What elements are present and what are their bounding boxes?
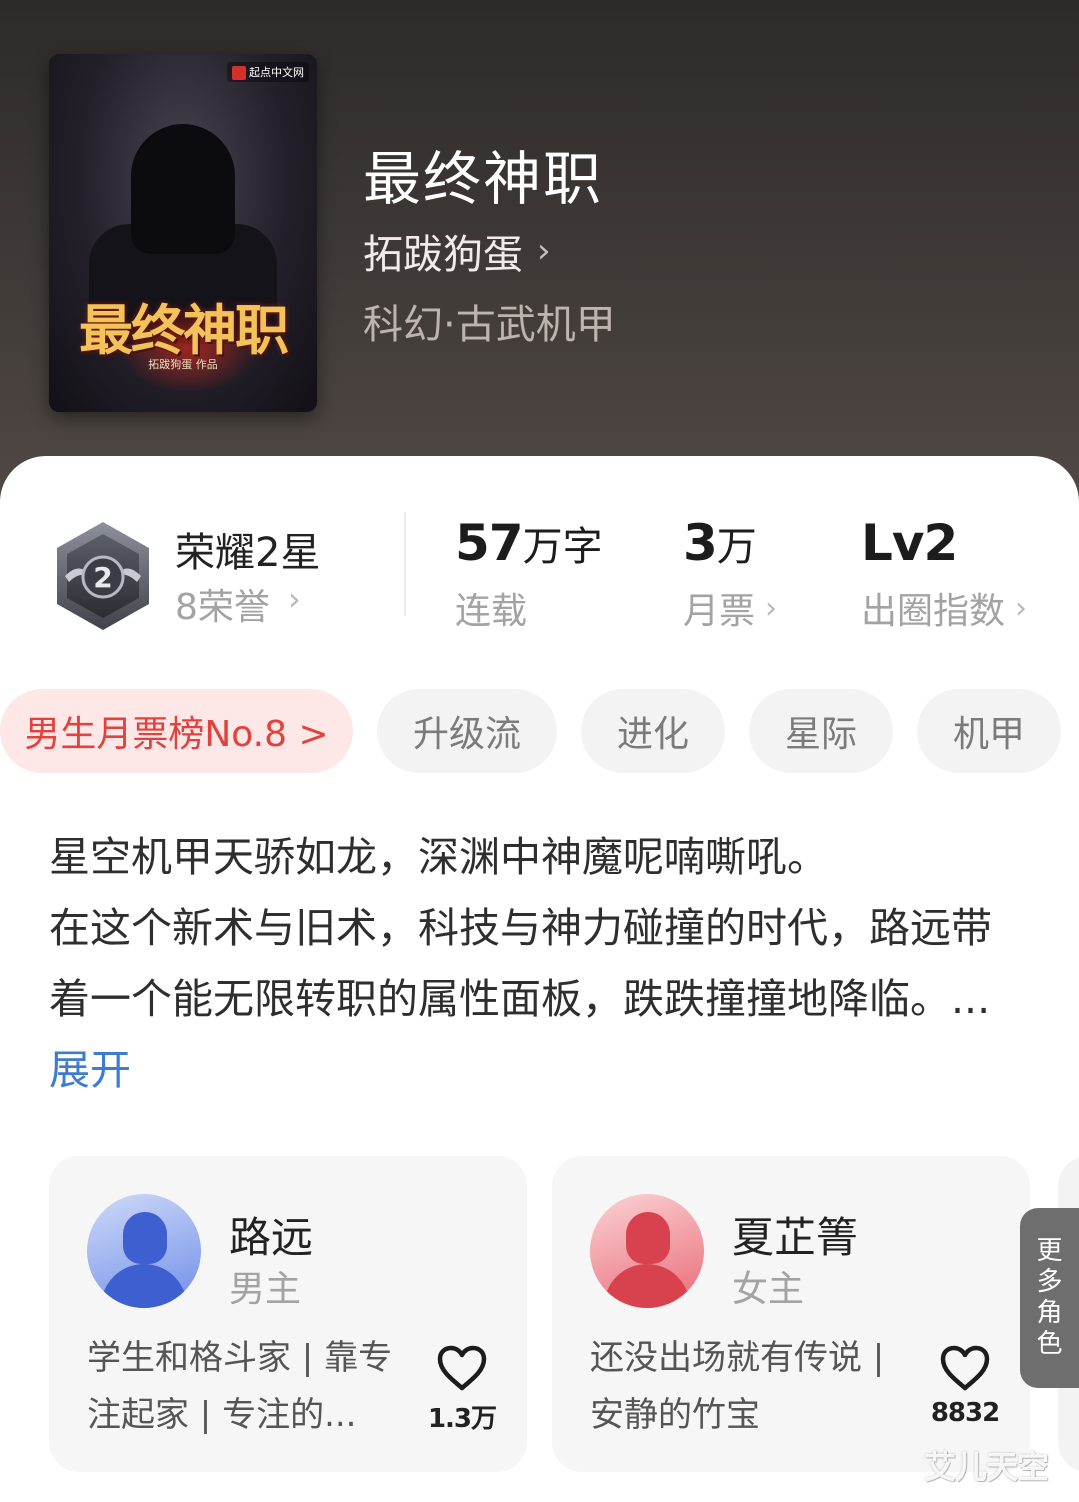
more-roles-char: 更 <box>1036 1236 1063 1266</box>
publisher-icon <box>232 66 246 80</box>
character-name: 夏芷箐 <box>732 1213 859 1262</box>
stats-divider <box>404 512 406 616</box>
synopsis-line: 星空机甲天骄如龙，深渊中神魔呢喃嘶吼。 <box>49 833 828 881</box>
character-role: 男主 <box>229 1269 302 1310</box>
cover-title-art: 最终神职 <box>79 298 289 362</box>
tag-item[interactable]: 机甲 <box>917 689 1061 773</box>
stat-breakout-index[interactable]: Lv2 出圈指数 › <box>861 514 1027 634</box>
tag-item[interactable]: 升级流 <box>377 689 557 773</box>
honor-badge-icon[interactable]: 2 <box>51 520 155 632</box>
stat-unit: 万 <box>716 524 757 570</box>
cover-author-line: 拓跋狗蛋 作品 <box>148 358 218 371</box>
stat-word-count: 57万字 连载 <box>455 514 603 634</box>
stat-label: 月票 <box>683 591 756 632</box>
like-count: 1.3万 <box>427 1404 497 1434</box>
stat-value: 3 <box>683 514 718 572</box>
character-description: 学生和格斗家 | 靠专注起家 | 专注的... <box>87 1338 393 1435</box>
avatar-head <box>626 1212 670 1264</box>
stat-value: 57 <box>455 514 524 572</box>
character-description: 还没出场就有传说 | 安静的竹宝 <box>590 1338 885 1435</box>
tag-item[interactable]: 进化 <box>581 689 725 773</box>
tag-rank-monthly[interactable]: 男生月票榜No.8 > <box>0 689 353 773</box>
character-like-button[interactable]: 8832 <box>930 1344 1000 1428</box>
synopsis-line: 在这个新术与旧术，科技与神力碰撞的时代，路远带着一个能无限转职的属性面板，跌跌撞… <box>49 904 992 1023</box>
honor-badge-level: 2 <box>93 561 112 594</box>
like-count: 8832 <box>930 1398 1000 1428</box>
cover-publisher-logo: 起点中文网 <box>227 62 309 82</box>
book-header: 起点中文网 最终神职 拓跋狗蛋 作品 最终神职 拓跋狗蛋 › 科幻·古武机甲 <box>0 0 1079 520</box>
book-synopsis: 星空机甲天骄如龙，深渊中神魔呢喃嘶吼。 在这个新术与旧术，科技与神力碰撞的时代，… <box>49 822 1029 1106</box>
stat-label: 出圈指数 <box>861 591 1006 632</box>
book-cover-image[interactable]: 起点中文网 最终神职 拓跋狗蛋 作品 <box>49 54 317 412</box>
stat-unit: 万字 <box>522 524 603 570</box>
author-name: 拓跋狗蛋 <box>363 232 523 278</box>
character-card[interactable]: 路远 男主 学生和格斗家 | 靠专注起家 | 专注的... 1.3万 <box>49 1156 527 1472</box>
author-link[interactable]: 拓跋狗蛋 › <box>363 222 551 280</box>
character-like-button[interactable]: 1.3万 <box>427 1344 497 1435</box>
stat-value: Lv2 <box>861 514 958 572</box>
expand-link[interactable]: 展开 <box>49 1046 131 1094</box>
avatar-silhouette <box>604 1264 690 1308</box>
avatar-head <box>123 1212 167 1264</box>
honor-title[interactable]: 荣耀2星 <box>175 520 320 578</box>
heart-icon <box>437 1345 487 1391</box>
watermark: 艾儿天空 <box>924 1448 1049 1486</box>
character-avatar <box>590 1194 704 1308</box>
tag-row: 男生月票榜No.8 > 升级流 进化 星际 机甲 <box>0 689 1079 773</box>
character-name: 路远 <box>229 1213 314 1262</box>
honor-subtitle[interactable]: 8荣誉 <box>175 578 270 630</box>
book-genre: 科幻·古武机甲 <box>363 302 616 348</box>
chevron-right-icon: › <box>1015 590 1028 626</box>
cover-figure-hood <box>131 124 235 254</box>
more-roles-char: 多 <box>1036 1267 1063 1297</box>
stat-monthly-votes[interactable]: 3万 月票 › <box>683 514 777 634</box>
character-card[interactable]: 夏芷箐 女主 还没出场就有传说 | 安静的竹宝 8832 <box>552 1156 1030 1472</box>
stat-label: 连载 <box>455 591 528 632</box>
heart-icon <box>940 1345 990 1391</box>
more-roles-button[interactable]: 更 多 角 色 <box>1020 1208 1079 1388</box>
chevron-right-icon: › <box>765 590 778 626</box>
tag-item[interactable]: 星际 <box>749 689 893 773</box>
book-title: 最终神职 <box>363 145 604 213</box>
more-roles-char: 色 <box>1036 1329 1063 1359</box>
synopsis-ellipsis: ... <box>951 975 991 1023</box>
character-role: 女主 <box>732 1269 805 1310</box>
avatar-silhouette <box>101 1264 187 1308</box>
chevron-right-icon[interactable]: › <box>288 580 301 618</box>
more-roles-char: 角 <box>1036 1298 1063 1328</box>
character-avatar <box>87 1194 201 1308</box>
chevron-right-icon: › <box>537 231 551 271</box>
